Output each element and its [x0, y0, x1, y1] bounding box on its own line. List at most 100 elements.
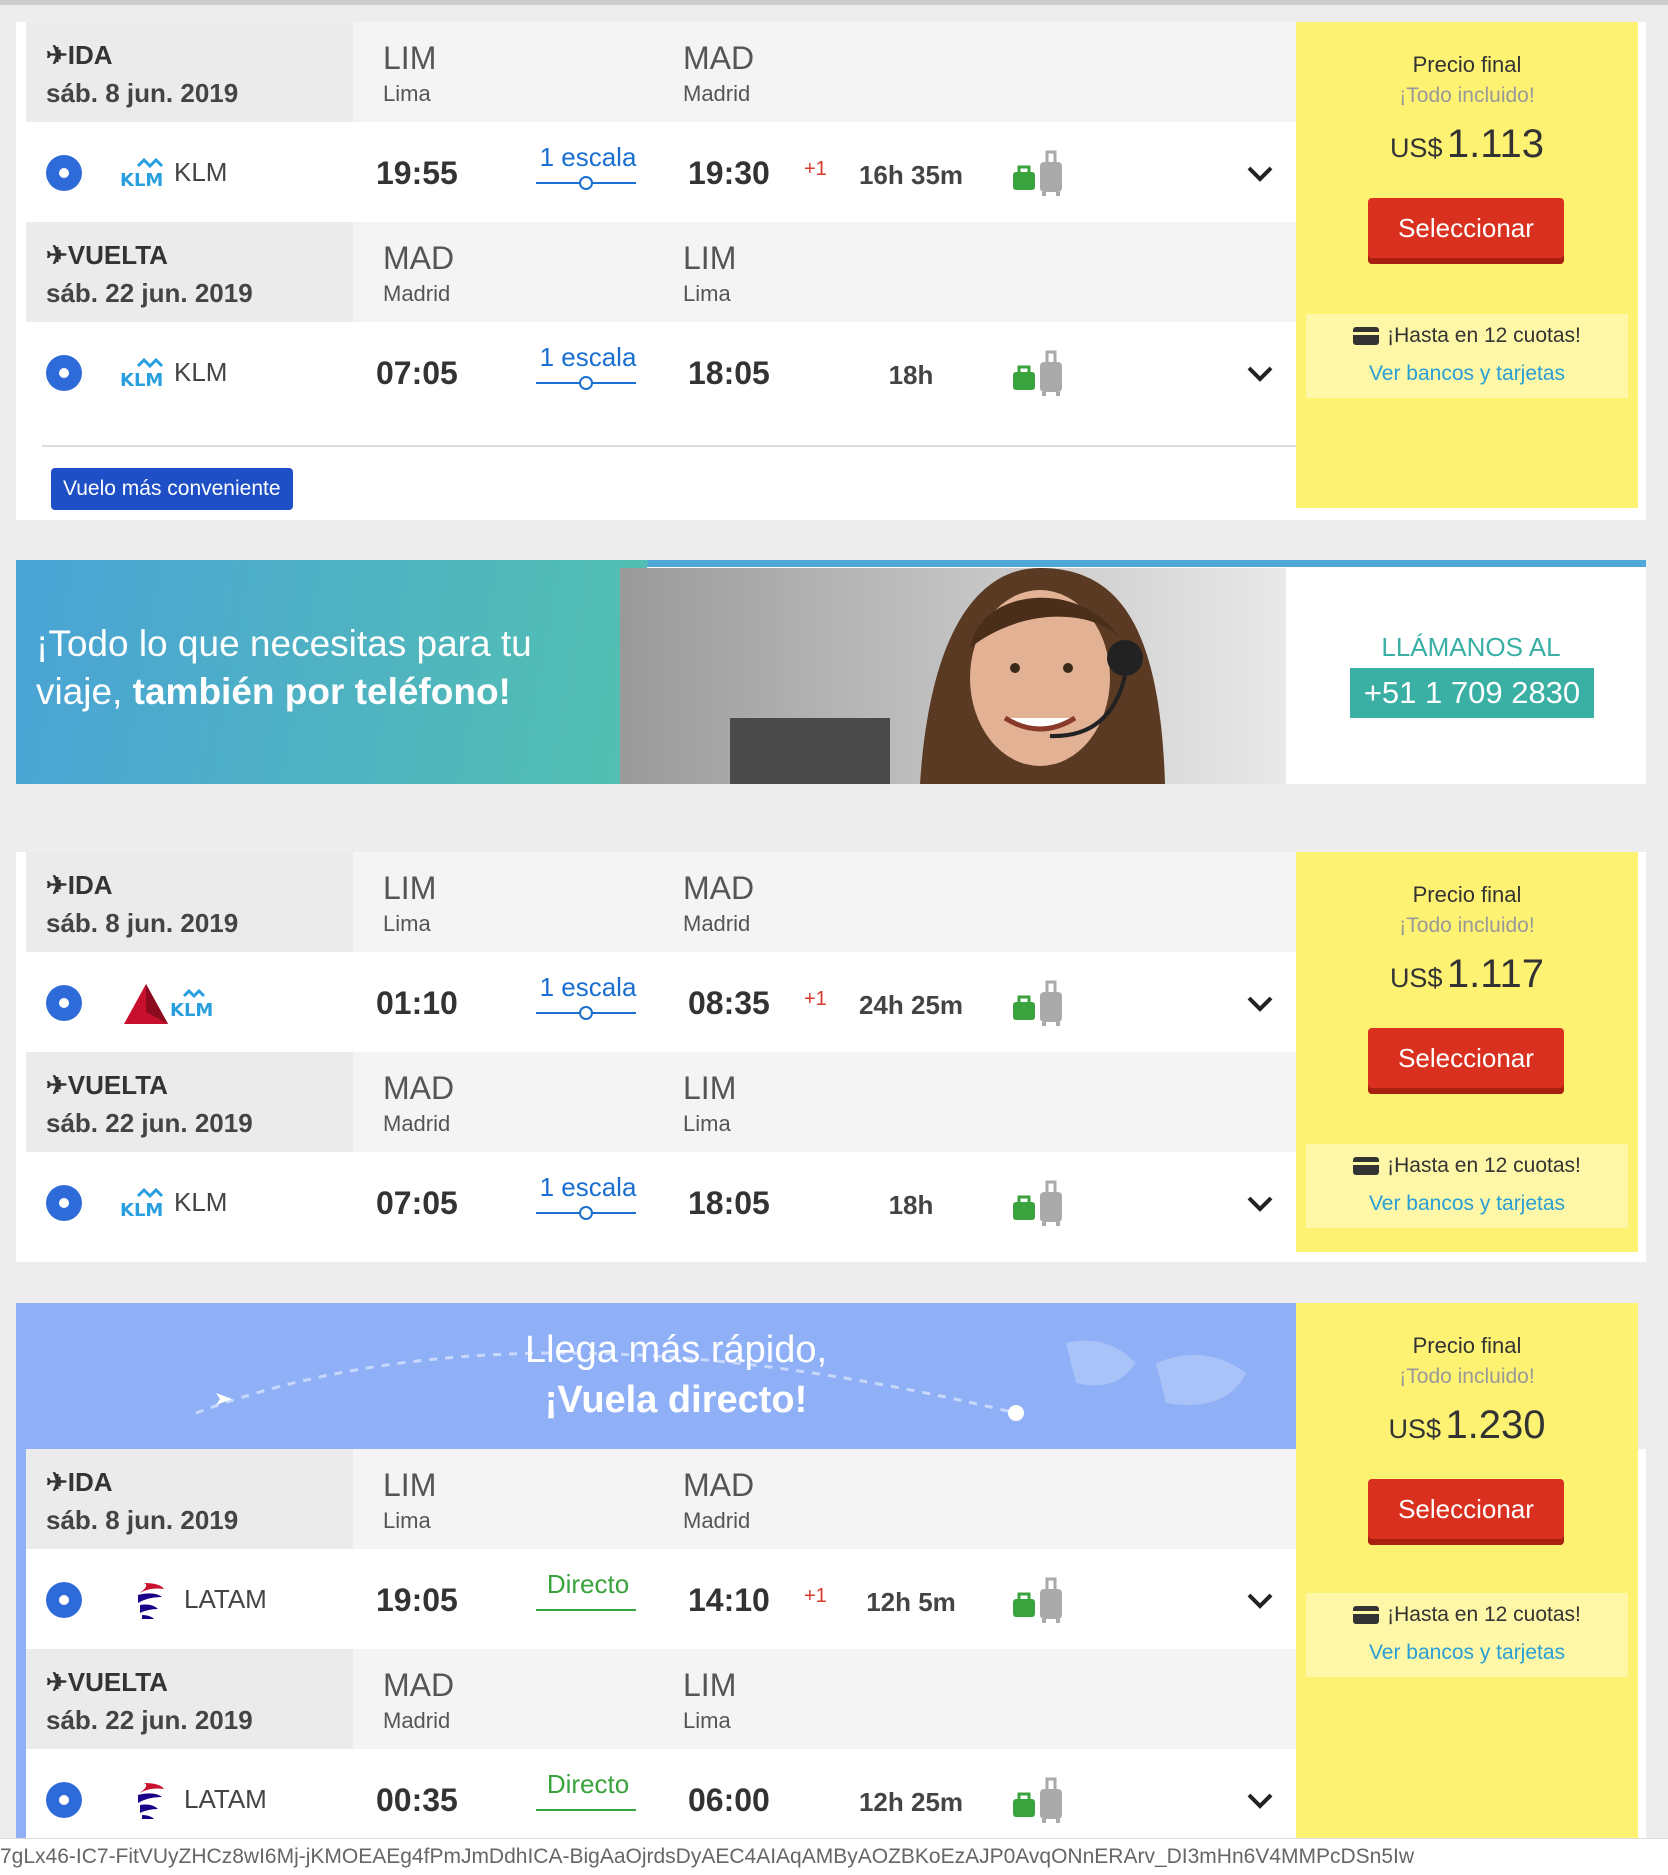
baggage-icon: [1013, 1180, 1062, 1226]
stops-line: [536, 1809, 636, 1811]
leg-date: sáb. 22 jun. 2019: [46, 1705, 253, 1735]
flight-row[interactable]: KLM KLM 19:55 1 escala 19:30 +1 16h 35m: [26, 122, 1302, 222]
chevron-down-icon[interactable]: [1242, 355, 1278, 391]
flight-row[interactable]: KLM KLM 07:05 1 escala 18:05 18h: [26, 1152, 1302, 1252]
stops-label[interactable]: 1 escala: [536, 1172, 640, 1203]
airline-name: KLM: [174, 157, 228, 187]
origin-city: Lima: [383, 1508, 431, 1533]
price-subtitle: ¡Todo incluido!: [1399, 1365, 1535, 1388]
select-button[interactable]: Seleccionar: [1368, 198, 1564, 264]
select-radio[interactable]: [46, 155, 82, 191]
leg-outbound: ✈IDA sáb. 8 jun. 2019 LIM Lima MAD Madri…: [26, 852, 1302, 1052]
flight-row[interactable]: KLM 01:10 1 escala 08:35 +1 24h 25m: [26, 952, 1302, 1052]
airline-name: LATAM: [184, 1584, 267, 1614]
select-radio[interactable]: [46, 1185, 82, 1221]
stop-dot: [579, 1206, 593, 1220]
stop-dot: [579, 176, 593, 190]
leg-outbound: ✈IDA sáb. 8 jun. 2019 LIM Lima MAD Madri…: [26, 1449, 1302, 1649]
price-panel: Precio final ¡Todo incluido! US$ 1.113 S…: [1296, 22, 1638, 508]
duration: 18h: [888, 1190, 934, 1220]
departure-time: 19:55: [376, 155, 458, 191]
departure-time: 19:05: [376, 1582, 458, 1618]
installments-text: ¡Hasta en 12 cuotas!: [1387, 324, 1581, 347]
price-amount: US$ 1.117: [1296, 952, 1638, 997]
leg-date: sáb. 8 jun. 2019: [46, 78, 239, 108]
phone-number[interactable]: +51 1 709 2830: [1350, 668, 1594, 718]
flight-row[interactable]: LATAM 19:05 Directo 14:10 +1 12h 5m: [26, 1549, 1302, 1649]
chevron-down-icon[interactable]: [1242, 985, 1278, 1021]
select-button[interactable]: Seleccionar: [1368, 1028, 1564, 1094]
baggage-icon: [1013, 980, 1062, 1026]
destination-code: MAD: [683, 870, 755, 906]
svg-text:KLM: KLM: [170, 1000, 213, 1021]
banks-link[interactable]: Ver bancos y tarjetas: [1306, 1192, 1628, 1216]
airline-name: KLM: [174, 357, 228, 387]
chevron-down-icon[interactable]: [1242, 1185, 1278, 1221]
select-radio[interactable]: [46, 985, 82, 1021]
chevron-down-icon[interactable]: [1242, 1782, 1278, 1818]
stops-label[interactable]: Directo: [536, 1569, 640, 1600]
arrival-time: 18:05: [688, 355, 770, 391]
svg-text:KLM: KLM: [120, 170, 163, 191]
stops-label[interactable]: 1 escala: [536, 142, 640, 173]
leg-direction: ✈IDA: [46, 870, 113, 900]
destination-code: MAD: [683, 1467, 755, 1503]
credit-card-icon: [1353, 327, 1380, 346]
arrival-time: 19:30: [688, 155, 770, 191]
stops-line: [536, 1609, 636, 1611]
select-radio[interactable]: [46, 1582, 82, 1618]
baggage-icon: [1013, 1777, 1062, 1823]
departure-time: 01:10: [376, 985, 458, 1021]
leg-header: ✈VUELTA sáb. 22 jun. 2019 MAD Madrid LIM…: [26, 1649, 1302, 1749]
stop-dot: [579, 376, 593, 390]
leg-return: ✈VUELTA sáb. 22 jun. 2019 MAD Madrid LIM…: [26, 1649, 1302, 1838]
phone-banner-text: ¡Todo lo que necesitas para tu viaje, ta…: [36, 623, 532, 712]
banks-link[interactable]: Ver bancos y tarjetas: [1306, 362, 1628, 386]
select-button[interactable]: Seleccionar: [1368, 1479, 1564, 1545]
banks-link[interactable]: Ver bancos y tarjetas: [1306, 1641, 1628, 1665]
origin-city: Madrid: [383, 1708, 451, 1733]
select-radio[interactable]: [46, 355, 82, 391]
destination-code: LIM: [683, 1667, 737, 1703]
destination-code: LIM: [683, 1070, 737, 1106]
origin-code: MAD: [383, 240, 455, 276]
price-label: Precio final: [1412, 1333, 1522, 1358]
price-label: Precio final: [1412, 52, 1522, 77]
price-subtitle: ¡Todo incluido!: [1399, 914, 1535, 937]
origin-city: Lima: [383, 81, 431, 106]
chevron-down-icon[interactable]: [1242, 155, 1278, 191]
leg-direction: ✈VUELTA: [46, 1667, 168, 1697]
origin-code: LIM: [383, 1467, 437, 1503]
duration: 12h 5m: [866, 1587, 956, 1617]
price-label: Precio final: [1412, 882, 1522, 907]
leg-header: ✈IDA sáb. 8 jun. 2019 LIM Lima MAD Madri…: [26, 1449, 1302, 1549]
origin-code: LIM: [383, 40, 437, 76]
chevron-down-icon[interactable]: [1242, 1582, 1278, 1618]
arrival-time: 18:05: [688, 1185, 770, 1221]
stop-dot: [579, 1006, 593, 1020]
stops-label[interactable]: 1 escala: [536, 972, 640, 1003]
status-url: 7gLx46-IC7-FitVUyZHCz8wI6Mj-jKMOEAEg4fPm…: [0, 1838, 1668, 1875]
origin-code: LIM: [383, 870, 437, 906]
flight-row[interactable]: LATAM 00:35 Directo 06:00 12h 25m: [26, 1749, 1302, 1838]
stops-label[interactable]: 1 escala: [536, 342, 640, 373]
leg-outbound: ✈IDA sáb. 8 jun. 2019 LIM Lima MAD Madri…: [26, 22, 1302, 222]
leg-direction: ✈VUELTA: [46, 240, 168, 270]
leg-date: sáb. 8 jun. 2019: [46, 908, 239, 938]
select-radio[interactable]: [46, 1782, 82, 1818]
baggage-icon: [1013, 350, 1062, 396]
price-panel: Precio final ¡Todo incluido! US$ 1.117 S…: [1296, 852, 1638, 1252]
leg-date: sáb. 8 jun. 2019: [46, 1505, 239, 1535]
installments-text: ¡Hasta en 12 cuotas!: [1387, 1154, 1581, 1177]
phone-banner[interactable]: ¡Todo lo que necesitas para tu viaje, ta…: [16, 560, 1646, 784]
delta-klm-logo-icon: KLM: [124, 984, 213, 1024]
next-day-indicator: +1: [804, 158, 827, 180]
stops-label[interactable]: Directo: [536, 1769, 640, 1800]
flight-row[interactable]: KLM KLM 07:05 1 escala 18:05 18h: [26, 322, 1302, 422]
baggage-icon: [1013, 1577, 1062, 1623]
origin-city: Madrid: [383, 1111, 451, 1136]
top-border: [0, 0, 1668, 5]
divider: [42, 445, 1302, 447]
leg-header: ✈VUELTA sáb. 22 jun. 2019 MAD Madrid LIM…: [26, 1052, 1302, 1152]
destination-city: Lima: [683, 1111, 731, 1136]
